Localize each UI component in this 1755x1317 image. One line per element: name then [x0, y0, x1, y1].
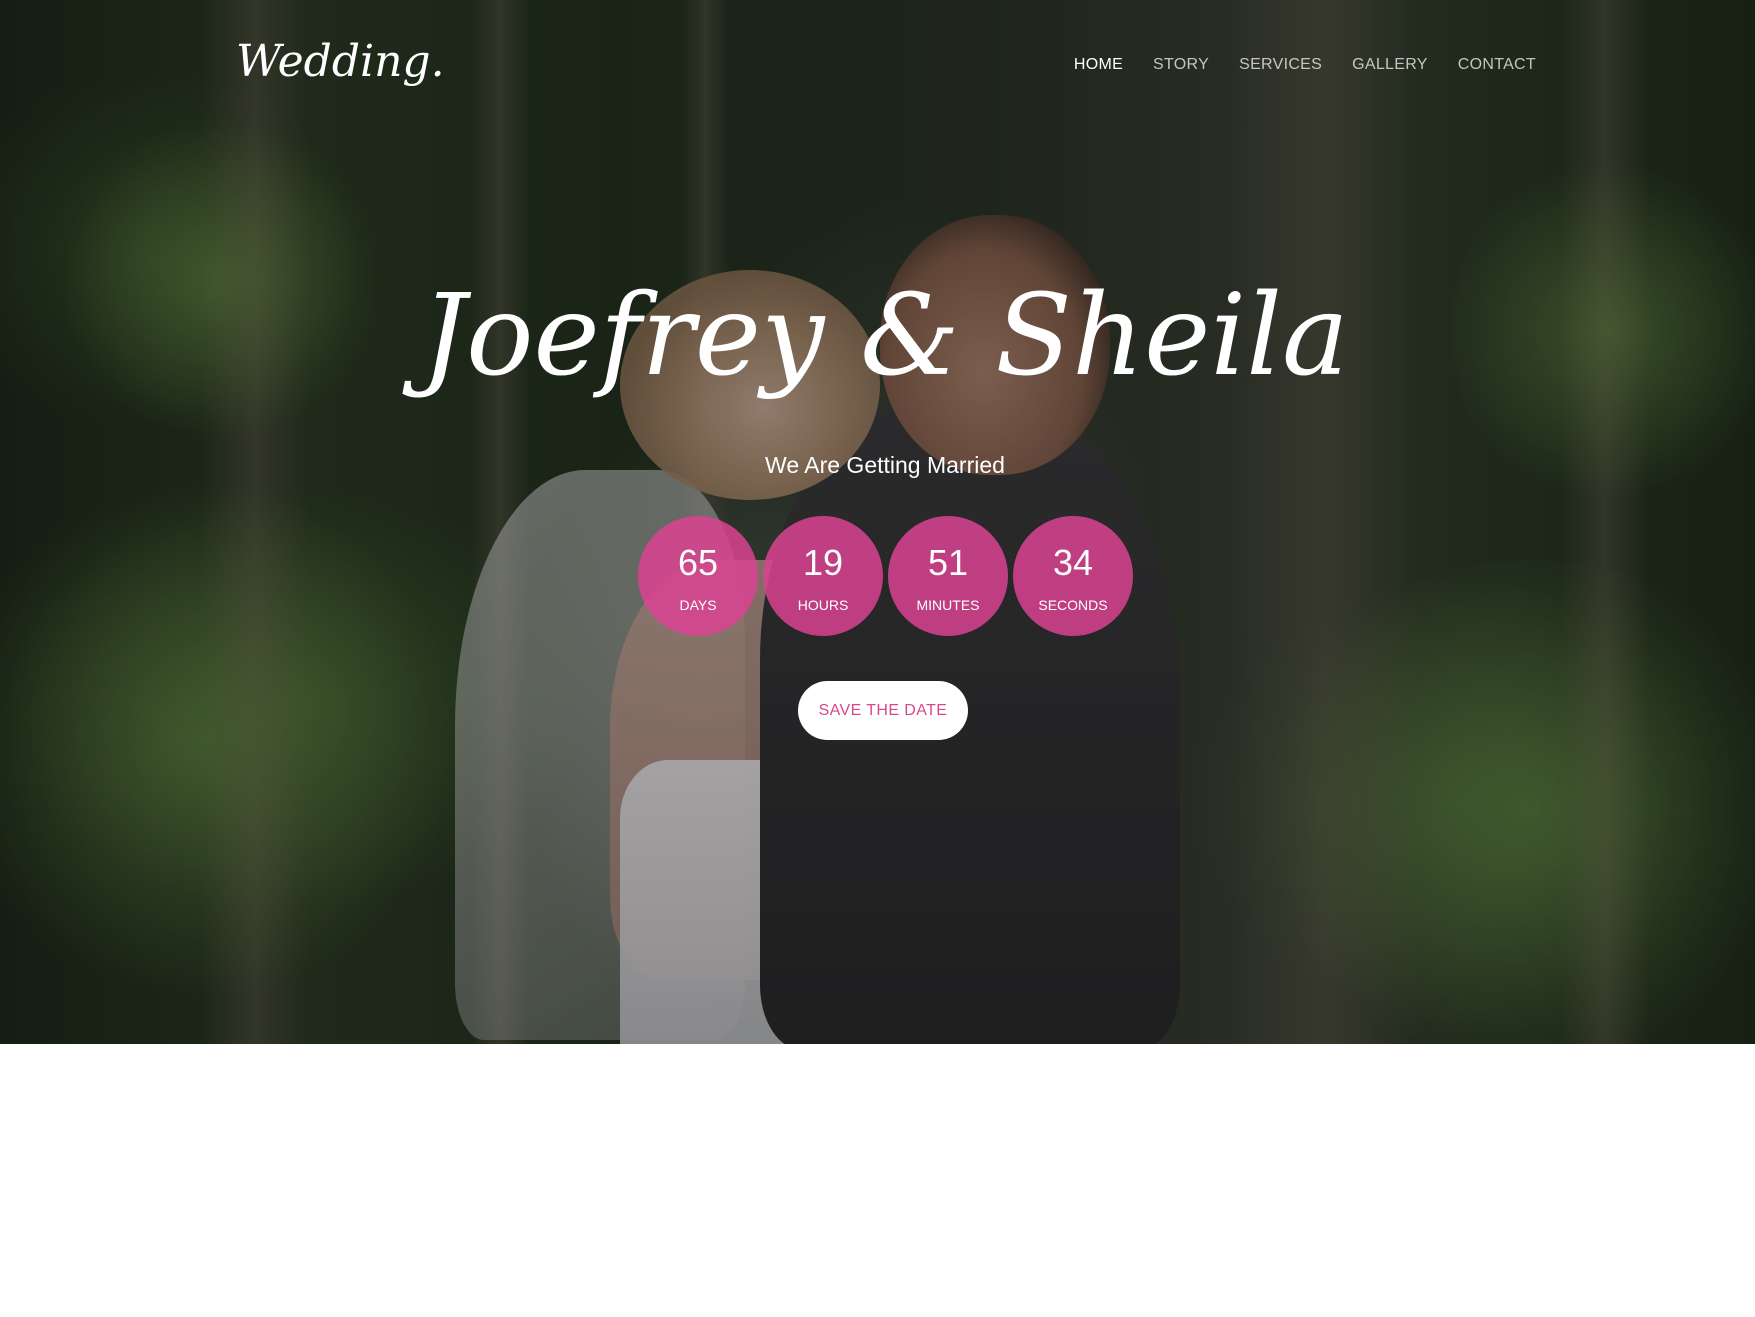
countdown-seconds-value: 34: [1052, 542, 1094, 583]
countdown-days: 65 DAYS: [638, 516, 758, 636]
countdown-days-label: DAYS: [679, 597, 717, 613]
nav-gallery[interactable]: GALLERY: [1352, 56, 1428, 74]
content-area: [0, 1044, 1755, 1317]
countdown-minutes: 51 MINUTES: [888, 516, 1008, 636]
countdown-minutes-value: 51: [927, 542, 969, 583]
countdown-seconds: 34 SECONDS: [1013, 516, 1133, 636]
couple-names-heading: Joefrey & Sheila: [421, 271, 1349, 401]
site-logo[interactable]: Wedding.: [236, 36, 445, 87]
hero-subtitle: We Are Getting Married: [765, 452, 1005, 478]
save-the-date-button[interactable]: SAVE THE DATE: [798, 681, 968, 740]
nav-services[interactable]: SERVICES: [1239, 56, 1322, 74]
countdown-seconds-label: SECONDS: [1038, 597, 1108, 613]
nav-story[interactable]: STORY: [1153, 56, 1209, 74]
nav-contact[interactable]: CONTACT: [1458, 56, 1536, 74]
hero-background-image: Wedding. HOME STORY SERVICES GALLERY CON…: [0, 0, 1755, 1044]
main-nav: HOME STORY SERVICES GALLERY CONTACT: [1074, 56, 1536, 74]
countdown-hours-value: 19: [802, 542, 844, 583]
countdown-hours-label: HOURS: [797, 597, 849, 613]
countdown-days-value: 65: [677, 542, 719, 583]
countdown-hours: 19 HOURS: [763, 516, 883, 636]
nav-home[interactable]: HOME: [1074, 56, 1123, 74]
countdown-timer: 65 DAYS 19 HOURS 51 MINUTES 34 SECONDS: [638, 516, 1133, 636]
countdown-minutes-label: MINUTES: [916, 597, 980, 613]
